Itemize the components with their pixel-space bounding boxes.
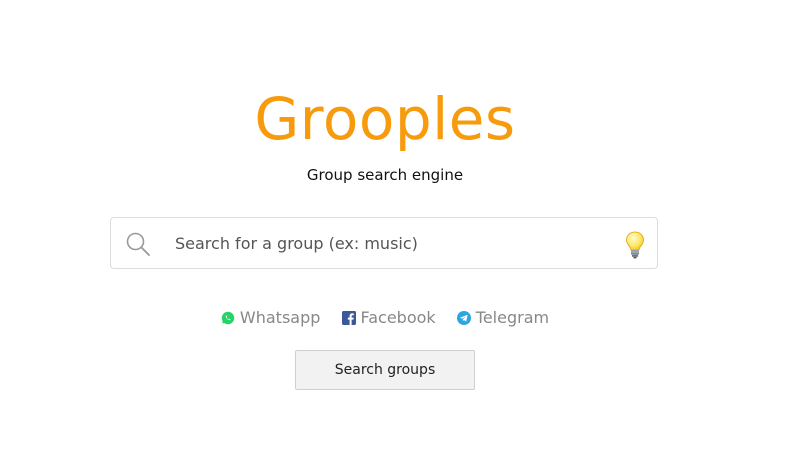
home-page: Grooples Group search engine Search for … (0, 0, 786, 464)
platform-label-telegram: Telegram (475, 308, 550, 327)
lightbulb-icon[interactable] (625, 231, 645, 259)
facebook-icon (341, 310, 356, 325)
telegram-icon (456, 310, 471, 325)
search-groups-button[interactable]: Search groups (295, 350, 475, 390)
platform-label-whatsapp: Whatsapp (239, 308, 321, 327)
search-box[interactable] (110, 217, 658, 269)
site-logo[interactable]: Grooples (0, 84, 770, 154)
platform-link-facebook[interactable]: Facebook (341, 308, 436, 327)
whatsapp-icon (221, 311, 235, 324)
platform-label-facebook: Facebook (360, 308, 436, 327)
platform-links: Whatsapp Facebook Telegram (0, 308, 770, 329)
tagline: Group search engine (306, 166, 464, 184)
platform-link-whatsapp[interactable]: Whatsapp (221, 308, 321, 327)
search-icon (126, 232, 150, 256)
search-input[interactable] (167, 226, 615, 260)
platform-link-telegram[interactable]: Telegram (456, 308, 550, 327)
